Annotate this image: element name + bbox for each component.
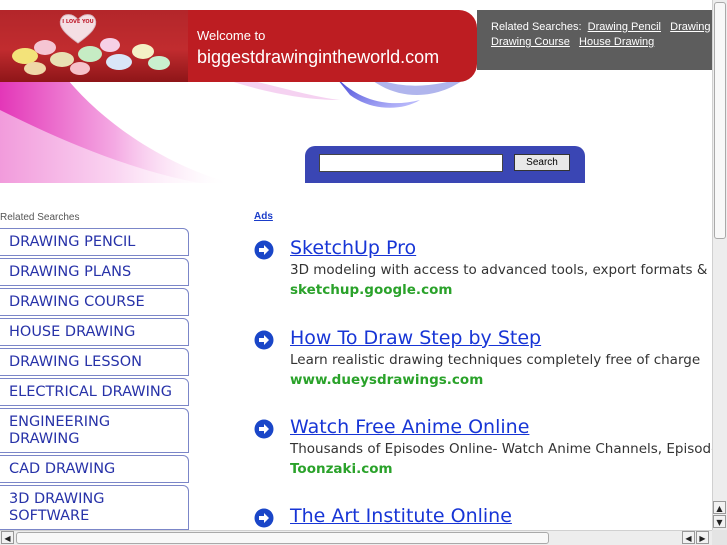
ad-title-link[interactable]: SketchUp Pro: [290, 237, 416, 259]
ad-title-link[interactable]: Watch Free Anime Online: [290, 416, 529, 438]
ad-url-link[interactable]: www.dueysdrawings.com: [290, 372, 483, 388]
arrow-circle-icon[interactable]: [254, 419, 274, 439]
heart-candy-icon: [59, 14, 97, 44]
ad-title-link[interactable]: How To Draw Step by Step: [290, 327, 541, 349]
arrow-circle-icon[interactable]: [254, 240, 274, 260]
scroll-right-arrow-icon[interactable]: ▶: [696, 531, 709, 544]
horizontal-scrollbar[interactable]: ◀ ◀ ▶: [0, 530, 712, 545]
sidebar-item-drawing-plans[interactable]: DRAWING PLANS: [0, 258, 189, 286]
ads-label[interactable]: Ads: [254, 211, 273, 222]
welcome-text: Welcome to: [197, 28, 266, 43]
related-top-link-drawing-pencil[interactable]: Drawing Pencil: [588, 21, 661, 33]
sidebar-item-drawing-course[interactable]: DRAWING COURSE: [0, 288, 189, 316]
sidebar-item-electrical-drawing[interactable]: ELECTRICAL DRAWING: [0, 378, 189, 406]
horizontal-scroll-thumb[interactable]: [16, 532, 549, 544]
scrollbar-corner: [712, 530, 727, 545]
sidebar-item-engineering-drawing[interactable]: ENGINEERING DRAWING: [0, 408, 189, 453]
related-top-link-house-drawing[interactable]: House Drawing: [579, 36, 654, 48]
scroll-left-arrow-icon[interactable]: ◀: [682, 531, 695, 544]
sidebar-item-drawing-pencil[interactable]: DRAWING PENCIL: [0, 228, 189, 256]
scroll-up-arrow-icon[interactable]: ▲: [713, 501, 726, 514]
vertical-scroll-thumb[interactable]: [714, 2, 726, 239]
related-top-link-drawing[interactable]: Drawing: [670, 21, 710, 33]
ad-description: Learn realistic drawing techniques compl…: [290, 352, 701, 368]
site-domain-title: biggestdrawingintheworld.com: [197, 47, 440, 67]
ad-title-link[interactable]: The Art Institute Online: [290, 505, 512, 527]
sidebar-item-house-drawing[interactable]: HOUSE DRAWING: [0, 318, 189, 346]
page-viewport: I LOVE YOU Welcome to biggestdrawinginth…: [0, 0, 712, 530]
arrow-circle-icon[interactable]: [254, 330, 274, 350]
search-button[interactable]: Search: [514, 154, 570, 171]
arrow-circle-icon[interactable]: [254, 508, 274, 528]
vertical-scrollbar[interactable]: ▲ ▼: [712, 0, 727, 530]
ad-url-link[interactable]: Toonzaki.com: [290, 461, 393, 477]
welcome-banner: Welcome to biggestdrawingintheworld.com: [188, 10, 477, 82]
sidebar-item-cad-drawing[interactable]: CAD DRAWING: [0, 455, 189, 483]
related-searches-top: Related Searches: Drawing Pencil Drawing…: [491, 20, 711, 50]
sidebar-item-drawing-lesson[interactable]: DRAWING LESSON: [0, 348, 189, 376]
sidebar-related-list: DRAWING PENCIL DRAWING PLANS DRAWING COU…: [0, 228, 189, 530]
heart-candy-text: I LOVE YOU: [62, 19, 94, 25]
ad-description: Thousands of Episodes Online- Watch Anim…: [290, 441, 712, 457]
header-candy-photo: I LOVE YOU: [0, 10, 188, 82]
search-panel: Search: [305, 146, 585, 183]
ad-description: 3D modeling with access to advanced tool…: [290, 262, 712, 278]
ad-url-link[interactable]: sketchup.google.com: [290, 282, 452, 298]
sidebar-item-3d-drawing-software[interactable]: 3D DRAWING SOFTWARE: [0, 485, 189, 530]
search-input[interactable]: [319, 154, 503, 172]
scroll-left-arrow-icon[interactable]: ◀: [1, 531, 14, 544]
related-top-label: Related Searches:: [491, 21, 582, 33]
scroll-down-arrow-icon[interactable]: ▼: [713, 515, 726, 528]
related-top-link-drawing-course[interactable]: Drawing Course: [491, 36, 570, 48]
sidebar-heading: Related Searches: [0, 212, 80, 223]
